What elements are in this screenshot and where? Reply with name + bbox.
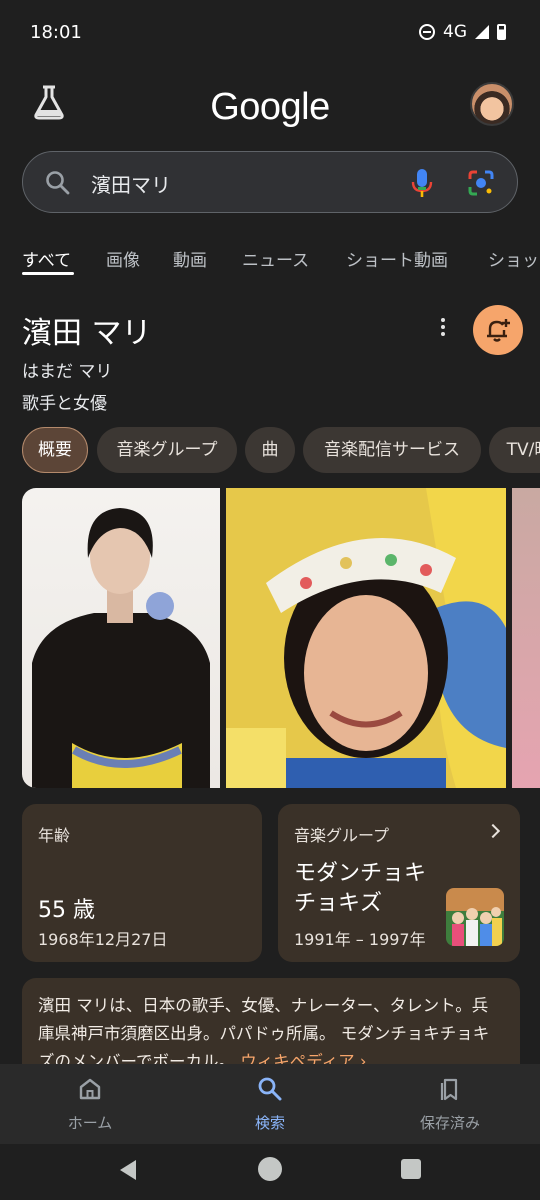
back-icon[interactable] <box>120 1160 136 1180</box>
nav-home-label: ホーム <box>67 1114 113 1132</box>
battery-icon <box>497 24 506 40</box>
status-icons: 4G <box>419 22 506 42</box>
follow-notification-button[interactable] <box>473 305 523 355</box>
chip-music-streaming[interactable]: 音楽配信サービス <box>303 427 481 473</box>
network-label: 4G <box>443 22 467 42</box>
music-group-name: モダンチョキチョキズ <box>294 861 427 916</box>
more-options-icon[interactable] <box>440 318 446 338</box>
tab-images[interactable]: 画像 <box>106 246 140 271</box>
tab-news[interactable]: ニュース <box>242 246 309 271</box>
partial-photo[interactable] <box>512 488 540 788</box>
account-avatar[interactable] <box>470 82 514 126</box>
google-logo: Google <box>210 86 330 128</box>
music-group-label: 音楽グループ <box>294 826 390 845</box>
bell-plus-icon <box>487 319 510 342</box>
headband-photo[interactable] <box>226 488 506 788</box>
chevron-right-icon <box>485 823 501 839</box>
nav-saved[interactable]: 保存済み <box>390 1076 510 1133</box>
bookmark-icon <box>440 1078 458 1101</box>
image-carousel <box>22 488 540 788</box>
portrait-photo[interactable] <box>22 488 220 788</box>
search-query[interactable]: 濱田マリ <box>91 169 171 198</box>
topic-chips: 概要 音楽グループ 曲 音楽配信サービス TV/映 <box>0 427 540 475</box>
nav-search[interactable]: 検索 <box>210 1076 330 1133</box>
tab-short-videos[interactable]: ショート動画 <box>346 246 448 271</box>
birthdate: 1968年12月27日 <box>38 930 168 949</box>
bottom-navigation: ホーム 検索 保存済み <box>0 1064 540 1144</box>
search-nav-icon <box>258 1077 282 1101</box>
tab-all[interactable]: すべて <box>22 246 71 271</box>
home-circle-icon[interactable] <box>258 1157 282 1181</box>
microphone-icon[interactable] <box>411 167 433 199</box>
system-navigation-bar <box>0 1144 540 1200</box>
music-group-thumbnail <box>446 888 504 946</box>
app-header: Google <box>0 78 540 138</box>
status-time: 18:01 <box>30 22 82 43</box>
home-icon <box>79 1078 101 1100</box>
chip-music-group[interactable]: 音楽グループ <box>97 427 237 473</box>
search-tabs: すべて 画像 動画 ニュース ショート動画 ショッ <box>0 232 540 276</box>
search-icon <box>46 171 70 195</box>
music-group-years: 1991年 – 1997年 <box>294 930 426 949</box>
age-label: 年齢 <box>38 826 71 845</box>
entity-title: 濱田 マリ <box>22 316 152 351</box>
nav-saved-label: 保存済み <box>419 1114 480 1132</box>
signal-icon <box>475 25 489 39</box>
chip-tv-movies[interactable]: TV/映 <box>489 427 540 473</box>
age-card: 年齢 55 歳 1968年12月27日 <box>22 804 262 962</box>
music-group-card[interactable]: 音楽グループ モダンチョキチョキズ 1991年 – 1997年 <box>278 804 520 962</box>
entity-reading: はまだ マリ <box>22 362 113 382</box>
chip-overview[interactable]: 概要 <box>22 427 88 473</box>
chip-songs[interactable]: 曲 <box>245 427 295 473</box>
recent-apps-icon[interactable] <box>401 1159 421 1179</box>
search-bar[interactable]: 濱田マリ <box>22 151 518 213</box>
status-bar: 18:01 4G <box>0 0 540 66</box>
do-not-disturb-icon <box>419 24 435 40</box>
google-lens-icon[interactable] <box>467 169 495 197</box>
age-value: 55 歳 <box>38 898 95 923</box>
tab-videos[interactable]: 動画 <box>173 246 207 271</box>
active-tab-indicator <box>22 272 74 275</box>
nav-search-label: 検索 <box>254 1114 285 1132</box>
tab-shopping[interactable]: ショッ <box>488 246 539 271</box>
entity-description: 歌手と女優 <box>22 394 107 414</box>
nav-home[interactable]: ホーム <box>30 1076 150 1133</box>
